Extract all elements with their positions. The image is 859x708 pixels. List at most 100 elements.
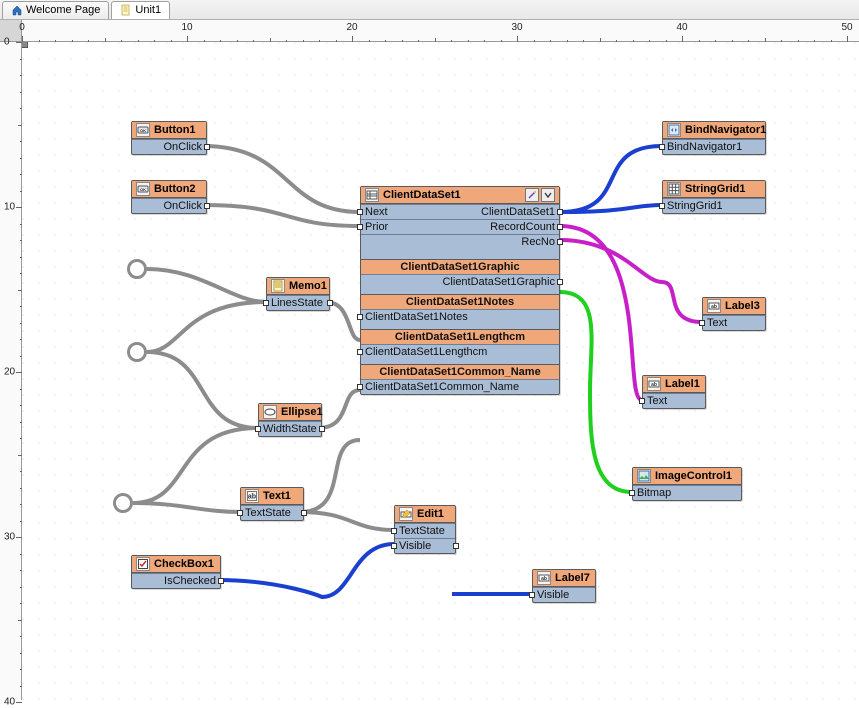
node-title: Label7 xyxy=(555,572,590,584)
port-label: ClientDataSet1Common_Name xyxy=(365,381,519,393)
node-ellipse1[interactable]: Ellipse1 WidthState xyxy=(258,403,322,437)
section-header: ClientDataSet1Graphic xyxy=(400,261,519,273)
chevron-down-icon[interactable] xyxy=(541,188,555,202)
tab-unit1[interactable]: Unit1 xyxy=(111,1,170,19)
port-label: TextState xyxy=(399,525,445,537)
node-button1[interactable]: OKButton1 OnClick xyxy=(131,121,207,155)
port-out[interactable] xyxy=(327,300,333,306)
wand-icon[interactable] xyxy=(525,188,539,202)
port-in[interactable] xyxy=(357,384,363,390)
port-label: OnClick xyxy=(163,200,202,212)
port-in[interactable] xyxy=(357,224,363,230)
port-out[interactable] xyxy=(301,510,307,516)
port-out[interactable] xyxy=(204,144,210,150)
svg-text:ab: ab xyxy=(541,576,547,582)
label-icon: ab xyxy=(647,377,661,391)
design-canvas[interactable]: OK Button1 OnClick OK Button2 OnClick Memo… xyxy=(22,42,859,700)
node-title: ClientDataSet1 xyxy=(383,189,461,201)
tab-label: Unit1 xyxy=(135,5,161,16)
home-icon xyxy=(11,4,23,16)
port-out[interactable] xyxy=(557,279,563,285)
node-imagecontrol1[interactable]: ImageControl1 Bitmap xyxy=(632,467,742,501)
checkbox-icon xyxy=(136,557,150,571)
port-in[interactable] xyxy=(391,528,397,534)
port-out[interactable] xyxy=(557,224,563,230)
node-edit1[interactable]: Edit1 TextState Visible xyxy=(394,505,456,554)
svg-text:ab: ab xyxy=(651,382,657,388)
port-in[interactable] xyxy=(699,320,705,326)
node-title: CheckBox1 xyxy=(154,558,214,570)
node-clientdataset1[interactable]: ClientDataSet1 NextClientDataSet1 PriorR… xyxy=(360,186,560,395)
node-button2[interactable]: OK Button2 OnClick xyxy=(131,180,207,214)
port-in[interactable] xyxy=(659,144,665,150)
grid-icon xyxy=(667,182,681,196)
image-icon xyxy=(637,469,651,483)
source-anchor[interactable] xyxy=(127,259,147,279)
node-title: Memo1 xyxy=(289,280,327,292)
memo-icon xyxy=(271,279,285,293)
edit-icon xyxy=(399,507,413,521)
port-out[interactable] xyxy=(557,239,563,245)
port-in[interactable] xyxy=(529,592,535,598)
label-icon: ab xyxy=(707,299,721,313)
svg-text:OK: OK xyxy=(140,187,146,192)
port-in[interactable] xyxy=(357,314,363,320)
file-icon xyxy=(120,4,132,16)
node-label7[interactable]: abLabel7 Visible xyxy=(532,569,596,603)
node-stringgrid1[interactable]: StringGrid1 StringGrid1 xyxy=(662,180,766,214)
node-title: BindNavigator1 xyxy=(685,124,766,136)
port-out[interactable] xyxy=(453,543,459,549)
port-label: Visible xyxy=(399,540,431,552)
button-icon: OK xyxy=(136,182,150,196)
port-in[interactable] xyxy=(659,203,665,209)
source-anchor[interactable] xyxy=(127,342,147,362)
section-header: ClientDataSet1Lengthcm xyxy=(395,331,525,343)
port-in[interactable] xyxy=(639,398,645,404)
port-in[interactable] xyxy=(391,543,397,549)
node-title: Ellipse1 xyxy=(281,406,323,418)
port-label: ClientDataSet1 xyxy=(481,206,555,218)
node-label3[interactable]: abLabel3 Text xyxy=(702,297,766,331)
node-title: Text1 xyxy=(263,490,291,502)
node-title: Label1 xyxy=(665,378,700,390)
node-title: Edit1 xyxy=(417,508,444,520)
port-in[interactable] xyxy=(629,490,635,496)
port-label: Text xyxy=(707,317,727,329)
bindnavigator-icon xyxy=(667,123,681,137)
port-label: Text xyxy=(647,395,667,407)
port-label: Next xyxy=(365,206,388,218)
port-out[interactable] xyxy=(218,578,224,584)
port-out[interactable] xyxy=(319,426,325,432)
dataset-icon xyxy=(365,188,379,202)
section-header: ClientDataSet1Common_Name xyxy=(379,366,540,378)
ruler-horizontal: 01020304050 xyxy=(22,20,859,42)
port-in[interactable] xyxy=(357,209,363,215)
tab-bar: Welcome Page Unit1 xyxy=(0,0,859,20)
source-anchor[interactable] xyxy=(113,493,133,513)
selection-handle[interactable] xyxy=(22,42,28,48)
port-label: LinesState xyxy=(271,297,323,309)
node-title: Button1 xyxy=(154,124,196,136)
node-text1[interactable]: abText1 TextState xyxy=(240,487,304,521)
port-in[interactable] xyxy=(237,510,243,516)
node-title: StringGrid1 xyxy=(685,183,746,195)
node-memo1[interactable]: Memo1 LinesState xyxy=(266,277,330,311)
port-in[interactable] xyxy=(263,300,269,306)
svg-text:ab: ab xyxy=(248,494,256,501)
ruler-vertical: 010203040 xyxy=(0,42,22,700)
section-header: ClientDataSet1Notes xyxy=(406,296,514,308)
node-bindnavigator1[interactable]: BindNavigator1 BindNavigator1 xyxy=(662,121,766,155)
port-in[interactable] xyxy=(255,426,261,432)
node-label1[interactable]: ab Label1 Text xyxy=(642,375,706,409)
port-in[interactable] xyxy=(357,349,363,355)
port-label: ClientDataSet1Notes xyxy=(365,311,468,323)
node-checkbox1[interactable]: CheckBox1 IsChecked xyxy=(131,555,221,589)
node-title: Button2 xyxy=(154,183,196,195)
port-out[interactable] xyxy=(204,203,210,209)
tab-label: Welcome Page xyxy=(26,5,100,16)
tab-welcome-page[interactable]: Welcome Page xyxy=(2,1,109,19)
button-icon: OK xyxy=(136,123,150,137)
text-icon: ab xyxy=(245,489,259,503)
port-out[interactable] xyxy=(557,209,563,215)
svg-text:OK: OK xyxy=(140,128,146,133)
